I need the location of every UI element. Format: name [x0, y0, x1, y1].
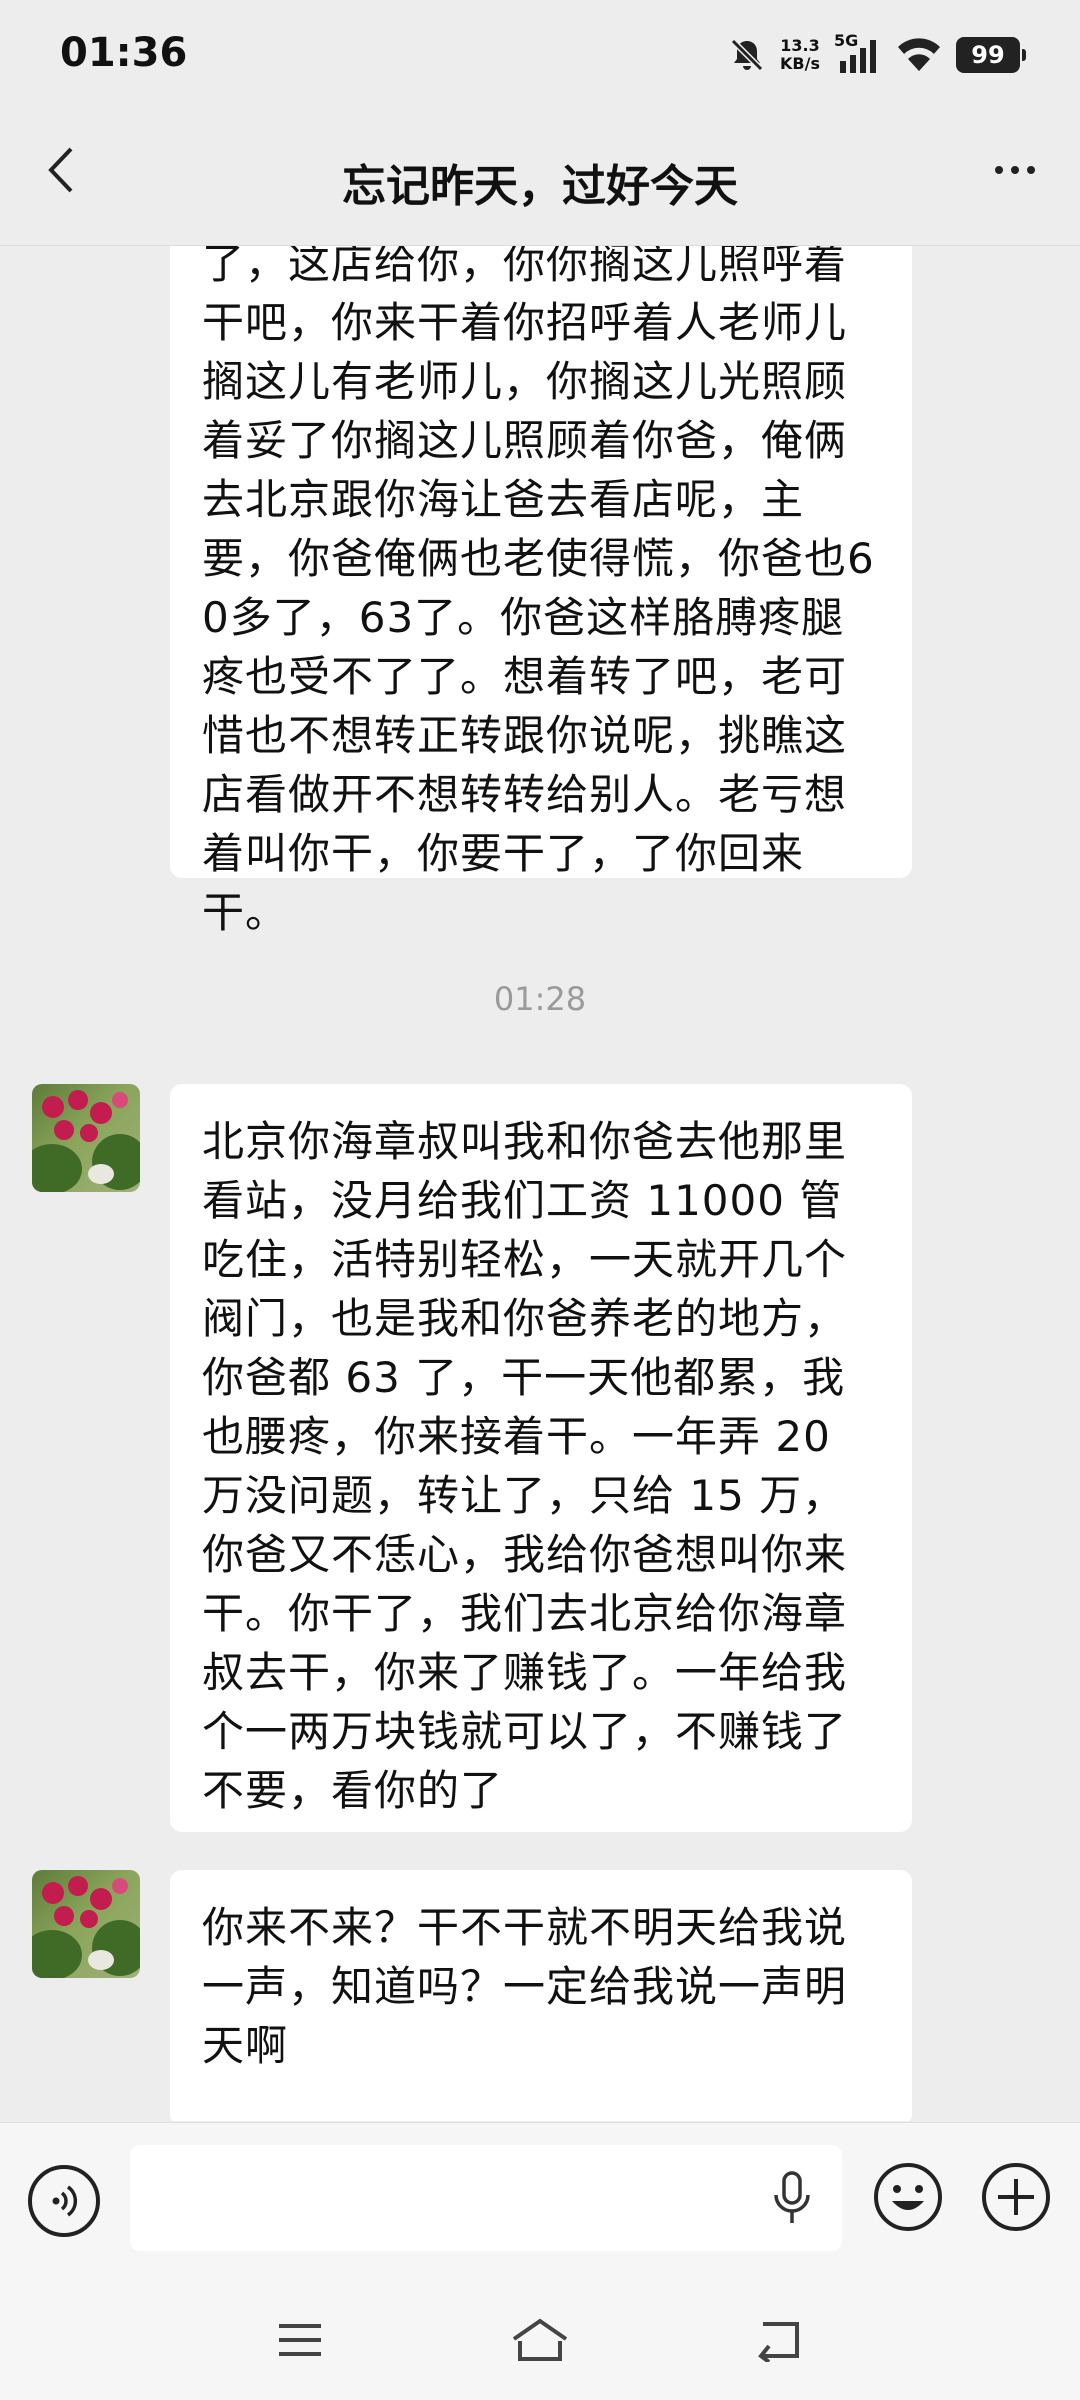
chat-title: 忘记昨天，过好今天: [342, 161, 738, 212]
message-bubble[interactable]: 北京你海章叔叫我和你爸去他那里看站，没月给我们工资 11000 管吃住，活特别轻…: [170, 1084, 912, 1832]
speed-unit: KB/s: [780, 54, 820, 73]
more-button[interactable]: [980, 140, 1050, 200]
voice-icon: [52, 2185, 78, 2217]
nav-back-button[interactable]: [748, 2312, 812, 2368]
home-icon: [512, 2318, 568, 2361]
message-input[interactable]: [130, 2145, 842, 2251]
back-icon: [758, 2322, 799, 2362]
system-nav-bar: [0, 2280, 1080, 2400]
wifi-icon: [898, 38, 940, 71]
mic-icon[interactable]: [770, 2169, 814, 2227]
chat-header: 忘记昨天，过好今天: [0, 110, 1080, 246]
nav-menu-button[interactable]: [268, 2312, 332, 2368]
network-speed: 13.3 KB/s: [780, 37, 820, 73]
plus-icon[interactable]: [980, 2161, 1052, 2233]
status-bar: 01:36 13.3 KB/s 5G 99: [0, 0, 1080, 110]
mute-bell-icon: [730, 38, 764, 72]
message-bubble[interactable]: 你来不来？干不干就不明天给我说一声，知道吗？一定给我说一声明天啊: [170, 1870, 912, 2121]
signal-icon: 5G: [834, 31, 882, 75]
battery-indicator: 99: [956, 37, 1026, 73]
input-bar: [0, 2122, 1080, 2281]
menu-icon: [279, 2324, 321, 2356]
avatar[interactable]: [32, 1870, 140, 1978]
avatar[interactable]: [32, 1084, 140, 1192]
more-icon: [995, 166, 1035, 174]
emoji-icon[interactable]: [872, 2161, 944, 2233]
speed-value: 13.3: [780, 36, 820, 55]
voice-button[interactable]: [28, 2165, 100, 2237]
message-timestamp: 01:28: [493, 980, 587, 1018]
status-time: 01:36: [60, 30, 188, 76]
nav-home-button[interactable]: [508, 2312, 572, 2368]
chat-area[interactable]: 了，这店给你，你你搁这儿照呼着干吧，你来干着你招呼着人老师儿搁这儿有老师儿，你搁…: [0, 246, 1080, 2121]
status-icons: 13.3 KB/s 5G 99: [728, 30, 1026, 80]
message-bubble[interactable]: 了，这店给你，你你搁这儿照呼着干吧，你来干着你招呼着人老师儿搁这儿有老师儿，你搁…: [170, 246, 912, 937]
